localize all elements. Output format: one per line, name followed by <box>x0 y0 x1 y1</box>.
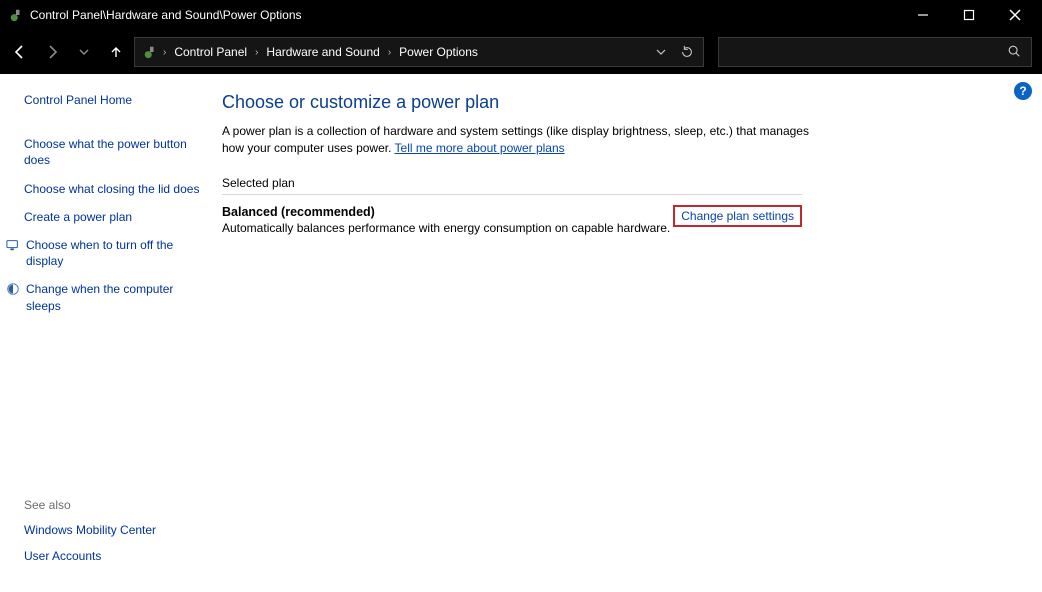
content-area: ? Control Panel Home Choose what the pow… <box>0 74 1042 592</box>
power-plan-row: Balanced (recommended) Automatically bal… <box>222 205 802 235</box>
sleep-icon <box>6 282 20 296</box>
search-box[interactable] <box>718 37 1032 67</box>
breadcrumb-item[interactable]: Control Panel <box>170 45 251 59</box>
up-button[interactable] <box>102 38 130 66</box>
breadcrumb-item[interactable]: Hardware and Sound <box>262 45 383 59</box>
location-icon <box>141 43 159 61</box>
refresh-button[interactable] <box>675 38 699 66</box>
see-also-link[interactable]: Windows Mobility Center <box>24 522 200 538</box>
forward-button[interactable] <box>38 38 66 66</box>
sidebar-link[interactable]: Choose what closing the lid does <box>24 181 200 197</box>
section-label: Selected plan <box>222 176 802 195</box>
breadcrumb-item[interactable]: Power Options <box>395 45 482 59</box>
title-bar: Control Panel\Hardware and Sound\Power O… <box>0 0 1042 30</box>
see-also-label: See also <box>24 498 200 512</box>
address-bar[interactable]: › Control Panel › Hardware and Sound › P… <box>134 37 704 67</box>
window-title: Control Panel\Hardware and Sound\Power O… <box>30 8 302 22</box>
nav-bar: › Control Panel › Hardware and Sound › P… <box>0 30 1042 74</box>
sidebar-link[interactable]: Choose what the power button does <box>24 136 200 168</box>
plan-description: Automatically balances performance with … <box>222 221 673 235</box>
close-button[interactable] <box>992 0 1038 30</box>
back-button[interactable] <box>6 38 34 66</box>
change-plan-settings-link[interactable]: Change plan settings <box>673 205 802 227</box>
sidebar-link[interactable]: Create a power plan <box>24 209 200 225</box>
see-also-section: See also Windows Mobility Center User Ac… <box>24 498 200 582</box>
learn-more-link[interactable]: Tell me more about power plans <box>395 141 565 155</box>
maximize-button[interactable] <box>946 0 992 30</box>
search-icon <box>1007 44 1023 60</box>
plan-name: Balanced (recommended) <box>222 205 673 219</box>
recent-locations-button[interactable] <box>70 38 98 66</box>
main-panel: Choose or customize a power plan A power… <box>210 74 1042 592</box>
page-description: A power plan is a collection of hardware… <box>222 123 822 158</box>
minimize-button[interactable] <box>900 0 946 30</box>
page-heading: Choose or customize a power plan <box>222 92 1002 113</box>
chevron-right-icon: › <box>161 47 168 58</box>
sidebar-link[interactable]: Change when the computer sleeps <box>26 281 200 313</box>
sidebar: Control Panel Home Choose what the power… <box>0 74 210 592</box>
chevron-right-icon: › <box>253 47 260 58</box>
see-also-link[interactable]: User Accounts <box>24 548 200 564</box>
address-dropdown-button[interactable] <box>649 38 673 66</box>
sidebar-link[interactable]: Choose when to turn off the display <box>26 237 200 269</box>
control-panel-home-link[interactable]: Control Panel Home <box>24 92 200 108</box>
chevron-right-icon: › <box>386 47 393 58</box>
display-icon <box>6 238 20 252</box>
app-icon <box>8 7 24 23</box>
